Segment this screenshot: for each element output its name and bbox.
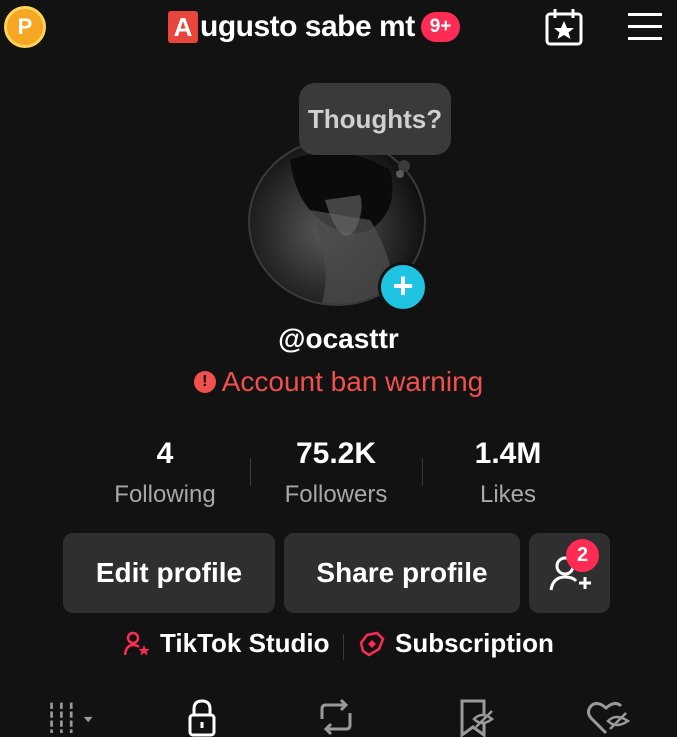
tab-liked[interactable] [583,695,633,737]
friend-requests-badge: 2 [566,539,599,572]
edit-profile-button[interactable]: Edit profile [63,533,275,613]
thoughts-bubble[interactable]: Thoughts? [299,83,451,155]
bubble-tail-dot [396,170,404,178]
plus-icon: + [392,264,414,306]
stat-value: 4 [156,437,174,470]
subscription-label: Subscription [395,628,554,658]
tab-favorites[interactable] [449,695,499,737]
menu-icon[interactable] [626,10,664,44]
tab-private[interactable] [177,695,227,737]
stat-likes[interactable]: 1.4M Likes [423,437,593,509]
coin-icon[interactable]: P [4,6,46,48]
link-divider [343,634,344,660]
stat-value: 1.4M [474,437,542,470]
stat-value: 75.2K [295,437,377,470]
stat-label: Followers [284,481,388,508]
hidden-heart-icon [587,701,631,735]
bubble-text: Thoughts? [307,103,443,134]
subscription-icon [359,631,385,656]
username: @ocasttr [278,323,399,354]
profile-name: ugusto sabe mt [200,10,415,43]
studio-label: TikTok Studio [160,628,330,658]
add-story-button[interactable]: + [378,262,428,312]
stat-label: Following [114,481,216,508]
stat-label: Likes [479,481,537,508]
grid-icon [50,702,93,733]
warning-icon: ! [193,371,216,393]
stat-following[interactable]: 4 Following [80,437,250,509]
title-a-emoji: A [168,11,198,43]
hidden-bookmark-icon [460,699,495,737]
tiktok-studio-link[interactable]: TikTok Studio [122,628,329,659]
coin-label: P [17,14,33,39]
repost-icon [320,698,352,736]
subscription-link[interactable]: Subscription [357,628,554,659]
studio-icon [123,631,150,655]
notification-badge: 9+ [420,12,461,42]
calendar-star-icon[interactable] [543,6,585,48]
account-warning[interactable]: ! Account ban warning [0,366,677,398]
stat-followers[interactable]: 75.2K Followers [251,437,421,509]
tab-videos[interactable] [48,695,98,737]
profile-title[interactable]: A ugusto sabe mt 9+ [168,8,461,46]
tab-reposts[interactable] [311,695,361,737]
share-profile-button[interactable]: Share profile [284,533,520,613]
lock-icon [188,699,216,737]
warning-text: Account ban warning [221,366,484,397]
